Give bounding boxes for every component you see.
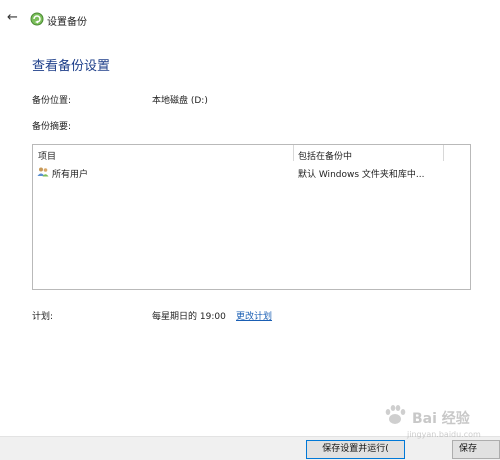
backup-summary-table[interactable]: 项目 包括在备份中 所有用户 默认 Windows 文件夹和库中... xyxy=(32,144,471,290)
backup-icon xyxy=(30,12,44,26)
users-icon xyxy=(37,167,49,177)
schedule-label: 计划: xyxy=(32,312,54,322)
column-divider xyxy=(293,145,294,161)
save-and-run-button[interactable]: 保存设置并运行( xyxy=(306,440,405,459)
location-value: 本地磁盘 (D:) xyxy=(152,96,208,106)
window-title: 设置备份 xyxy=(47,17,87,28)
cancel-button[interactable]: 保存 xyxy=(452,440,500,459)
row-included-value: 默认 Windows 文件夹和库中... xyxy=(298,170,425,180)
summary-label: 备份摘要: xyxy=(32,122,72,132)
baidu-watermark: Bai 经验 jingyan.baidu.com xyxy=(382,400,494,440)
column-divider xyxy=(443,145,444,161)
column-header-included[interactable]: 包括在备份中 xyxy=(298,149,352,162)
page-heading: 查看备份设置 xyxy=(32,59,111,74)
watermark-text: Bai 经验 xyxy=(412,411,470,427)
back-arrow-icon[interactable]: ← xyxy=(7,11,18,25)
row-item-name: 所有用户 xyxy=(52,170,89,180)
location-label: 备份位置: xyxy=(32,96,72,106)
paw-icon xyxy=(385,405,406,424)
schedule-value: 每星期日的 19:00 xyxy=(152,312,226,322)
change-schedule-link[interactable]: 更改计划 xyxy=(236,309,272,322)
watermark-url: jingyan.baidu.com xyxy=(407,430,481,439)
column-header-item[interactable]: 项目 xyxy=(38,149,56,162)
